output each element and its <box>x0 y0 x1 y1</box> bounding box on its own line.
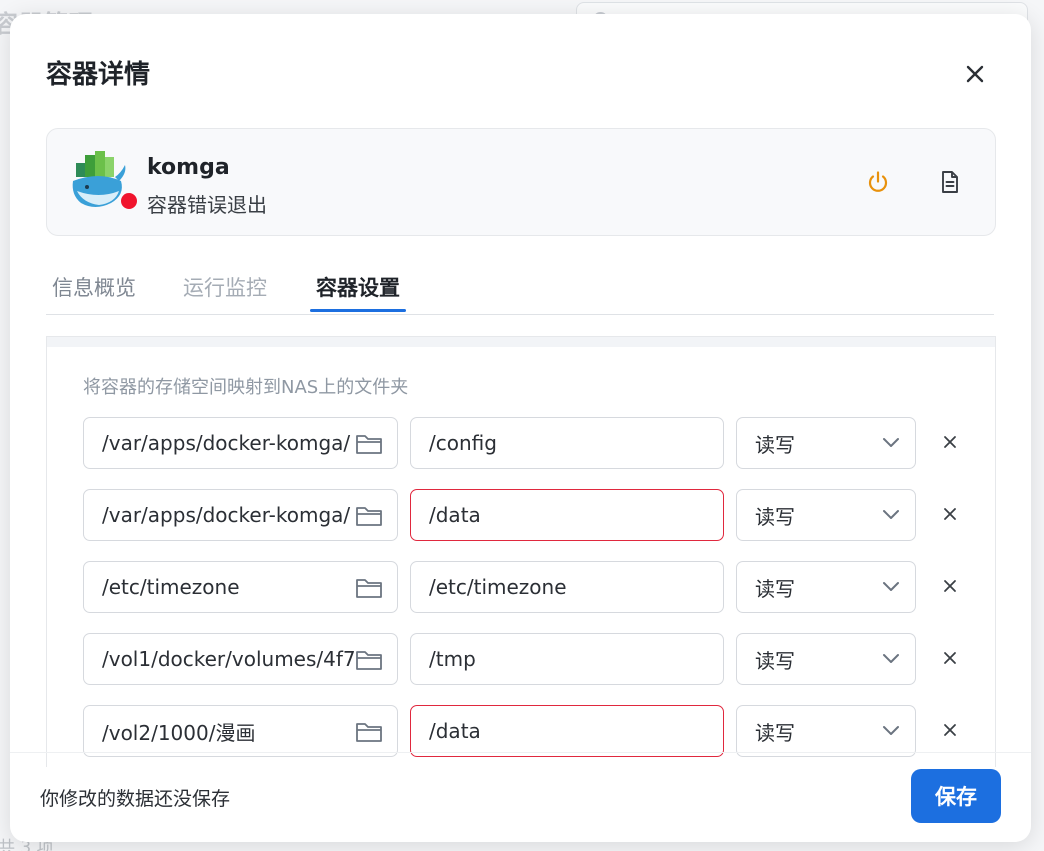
folder-icon[interactable] <box>355 432 383 456</box>
permission-select[interactable]: 读写 <box>736 561 916 613</box>
close-icon <box>944 580 956 592</box>
volume-settings-panel: 将容器的存储空间映射到NAS上的文件夹 /var/apps/docker-kom… <box>46 336 996 767</box>
volume-row: /var/apps/docker-komga/ /config 读写 <box>83 417 963 471</box>
chevron-down-icon <box>883 582 899 591</box>
log-button[interactable] <box>937 169 963 195</box>
permission-value: 读写 <box>755 504 795 529</box>
document-icon <box>942 171 958 193</box>
tab-settings[interactable]: 容器设置 <box>316 272 400 312</box>
container-path-value: /data <box>429 719 481 743</box>
permission-value: 读写 <box>755 432 795 457</box>
container-path-value: /tmp <box>429 647 476 671</box>
container-status: 容器错误退出 <box>147 193 267 217</box>
permission-value: 读写 <box>755 576 795 601</box>
tab-overview[interactable]: 信息概览 <box>52 272 136 312</box>
container-detail-modal: 容器详情 komga 容器错误退出 信息概览 运行监控 容器设置 将容器的存储空… <box>10 14 1031 842</box>
host-path-value: /etc/timezone <box>102 575 240 599</box>
volume-description: 将容器的存储空间映射到NAS上的文件夹 <box>83 377 409 398</box>
delete-row-button[interactable] <box>939 575 961 597</box>
host-path-input[interactable]: /var/apps/docker-komga/ <box>83 417 398 469</box>
power-button[interactable] <box>865 169 891 195</box>
close-icon <box>966 65 984 83</box>
volume-row: /vol1/docker/volumes/4f7 /tmp 读写 <box>83 633 963 687</box>
container-path-input[interactable]: /config <box>410 417 724 469</box>
folder-icon[interactable] <box>355 576 383 600</box>
volume-row: /var/apps/docker-komga/ /data 读写 <box>83 489 963 543</box>
close-icon <box>944 652 956 664</box>
volume-row: /etc/timezone /etc/timezone 读写 <box>83 561 963 615</box>
chevron-down-icon <box>883 726 899 735</box>
close-icon <box>944 508 956 520</box>
modal-title: 容器详情 <box>46 60 151 90</box>
close-button[interactable] <box>958 57 992 91</box>
close-icon <box>944 724 956 736</box>
host-path-value: /vol1/docker/volumes/4f7 <box>102 647 356 671</box>
container-path-value: /config <box>429 431 497 455</box>
delete-row-button[interactable] <box>939 431 961 453</box>
host-path-input[interactable]: /var/apps/docker-komga/ <box>83 489 398 541</box>
container-path-value: /data <box>429 503 481 527</box>
container-info-card: komga 容器错误退出 <box>46 128 996 236</box>
container-name: komga <box>147 155 230 180</box>
permission-select[interactable]: 读写 <box>736 417 916 469</box>
host-path-value: /var/apps/docker-komga/ <box>102 431 351 455</box>
folder-icon[interactable] <box>355 504 383 528</box>
chevron-down-icon <box>883 510 899 519</box>
status-indicator <box>119 191 139 211</box>
delete-row-button[interactable] <box>939 647 961 669</box>
delete-row-button[interactable] <box>939 503 961 525</box>
host-path-input[interactable]: /vol2/1000/漫画 <box>83 705 398 757</box>
permission-select[interactable]: 读写 <box>736 633 916 685</box>
tab-monitor[interactable]: 运行监控 <box>183 272 267 312</box>
folder-icon[interactable] <box>355 720 383 744</box>
chevron-down-icon <box>883 654 899 663</box>
container-path-input[interactable]: /tmp <box>410 633 724 685</box>
permission-select[interactable]: 读写 <box>736 489 916 541</box>
container-path-input[interactable]: /data <box>410 705 724 757</box>
footer-divider <box>10 752 1031 753</box>
host-path-value: /var/apps/docker-komga/ <box>102 503 351 527</box>
permission-select[interactable]: 读写 <box>736 705 916 757</box>
close-icon <box>944 436 956 448</box>
delete-row-button[interactable] <box>939 719 961 741</box>
host-path-value: /vol2/1000/漫画 <box>102 720 256 745</box>
volume-row: /vol2/1000/漫画 /data 读写 <box>83 705 963 759</box>
save-button[interactable]: 保存 <box>911 769 1001 823</box>
host-path-input[interactable]: /etc/timezone <box>83 561 398 613</box>
power-icon <box>868 171 888 192</box>
host-path-input[interactable]: /vol1/docker/volumes/4f7 <box>83 633 398 685</box>
container-path-input[interactable]: /data <box>410 489 724 541</box>
chevron-down-icon <box>883 438 899 447</box>
active-tab-indicator <box>310 309 406 312</box>
permission-value: 读写 <box>755 720 795 745</box>
container-path-value: /etc/timezone <box>429 575 567 599</box>
container-path-input[interactable]: /etc/timezone <box>410 561 724 613</box>
detail-tabs: 信息概览 运行监控 容器设置 <box>46 262 994 315</box>
panel-divider <box>47 337 995 347</box>
unsaved-changes-notice: 你修改的数据还没保存 <box>40 788 231 810</box>
folder-icon[interactable] <box>355 648 383 672</box>
permission-value: 读写 <box>755 648 795 673</box>
